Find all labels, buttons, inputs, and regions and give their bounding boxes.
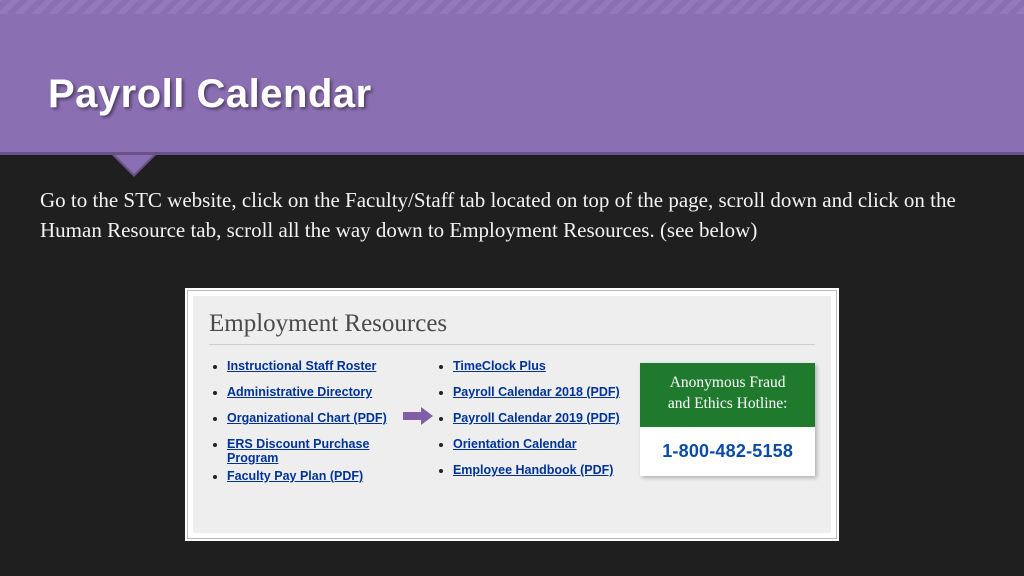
list-item: Organizational Chart (PDF): [227, 411, 401, 425]
panel-columns: Instructional Staff Roster Administrativ…: [209, 359, 815, 495]
link-column-2: TimeClock Plus Payroll Calendar 2018 (PD…: [435, 359, 632, 489]
title-wrap: Payroll Calendar: [48, 72, 372, 117]
link-ers-discount[interactable]: ERS Discount Purchase Program: [227, 437, 369, 465]
link-faculty-pay-plan[interactable]: Faculty Pay Plan (PDF): [227, 469, 363, 483]
list-item: Instructional Staff Roster: [227, 359, 401, 373]
hotline-card: Anonymous Fraud and Ethics Hotline: 1-80…: [640, 363, 815, 476]
list-item: Payroll Calendar 2018 (PDF): [453, 385, 632, 399]
link-organizational-chart[interactable]: Organizational Chart (PDF): [227, 411, 387, 425]
slide-title: Payroll Calendar: [48, 72, 372, 117]
link-administrative-directory[interactable]: Administrative Directory: [227, 385, 372, 399]
link-timeclock-plus[interactable]: TimeClock Plus: [453, 359, 546, 373]
header-notch: [115, 155, 153, 174]
list-item: TimeClock Plus: [453, 359, 632, 373]
list-item: Orientation Calendar: [453, 437, 632, 451]
screenshot-panel: Employment Resources Instructional Staff…: [185, 288, 839, 541]
link-payroll-calendar-2018[interactable]: Payroll Calendar 2018 (PDF): [453, 385, 620, 399]
employment-resources-box: Employment Resources Instructional Staff…: [193, 296, 831, 533]
arrow-right-icon: [403, 407, 433, 425]
panel-heading: Employment Resources: [209, 310, 815, 338]
slide-header: Payroll Calendar: [0, 0, 1024, 155]
pointer-arrow: [401, 359, 435, 425]
hotline-phone: 1-800-482-5158: [640, 427, 815, 476]
link-employee-handbook[interactable]: Employee Handbook (PDF): [453, 463, 613, 477]
link-instructional-staff-roster[interactable]: Instructional Staff Roster: [227, 359, 376, 373]
list-item: Faculty Pay Plan (PDF): [227, 469, 401, 483]
link-orientation-calendar[interactable]: Orientation Calendar: [453, 437, 577, 451]
list-item: Administrative Directory: [227, 385, 401, 399]
list-item: Employee Handbook (PDF): [453, 463, 632, 477]
hotline-title: Anonymous Fraud and Ethics Hotline:: [640, 363, 815, 427]
hotline-line1: Anonymous Fraud: [670, 374, 786, 391]
slide: Payroll Calendar Go to the STC website, …: [0, 0, 1024, 576]
panel-divider: [209, 344, 815, 345]
link-payroll-calendar-2019[interactable]: Payroll Calendar 2019 (PDF): [453, 411, 620, 425]
link-column-1: Instructional Staff Roster Administrativ…: [209, 359, 401, 495]
hotline-line2: and Ethics Hotline:: [668, 395, 788, 412]
slide-body-text: Go to the STC website, click on the Facu…: [40, 185, 974, 246]
list-item: Payroll Calendar 2019 (PDF): [453, 411, 632, 425]
list-item: ERS Discount Purchase Program: [227, 437, 401, 465]
